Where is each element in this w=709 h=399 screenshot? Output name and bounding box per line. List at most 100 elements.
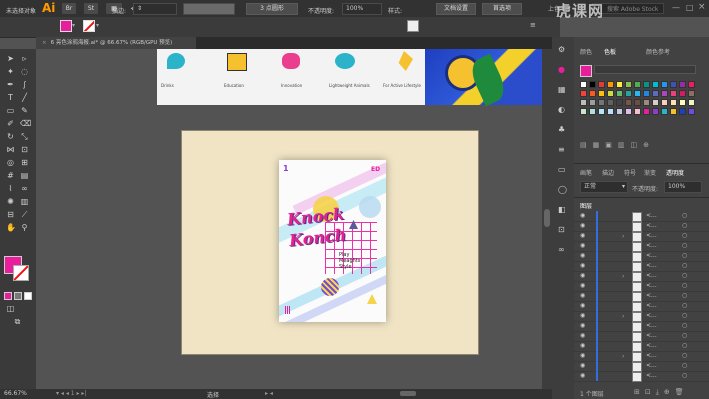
visibility-eye-icon[interactable]: ◉ <box>580 252 585 259</box>
color-swatch[interactable] <box>634 99 641 106</box>
stroke-dropdown-icon[interactable]: ▾ <box>96 22 99 29</box>
tab-swatches[interactable]: 色板 <box>604 47 616 56</box>
shaper-tool-icon[interactable]: ✐ <box>6 119 15 128</box>
color-swatch[interactable] <box>652 99 659 106</box>
target-circle-icon[interactable]: ○ <box>682 252 687 259</box>
links-icon[interactable]: ∞ <box>558 245 565 254</box>
swatch-search-field[interactable] <box>594 65 696 74</box>
color-swatch[interactable] <box>598 108 605 115</box>
pen-tool-icon[interactable]: ✒ <box>6 80 15 89</box>
color-swatch[interactable] <box>625 81 632 88</box>
target-circle-icon[interactable]: ○ <box>682 212 687 219</box>
disclosure-icon[interactable]: › <box>622 273 624 280</box>
visibility-eye-icon[interactable]: ◉ <box>580 372 585 379</box>
selection-tool-icon[interactable]: ➤ <box>6 54 15 63</box>
color-swatch[interactable] <box>643 90 650 97</box>
target-circle-icon[interactable]: ○ <box>682 292 687 299</box>
horizontal-scrollbar-thumb[interactable] <box>400 391 416 396</box>
transparency-opacity-field[interactable]: 100% <box>664 181 702 193</box>
visibility-eye-icon[interactable]: ◉ <box>580 262 585 269</box>
color-swatch[interactable] <box>670 108 677 115</box>
direct-selection-tool-icon[interactable]: ▹ <box>20 54 29 63</box>
layer-name[interactable]: <... <box>646 252 657 259</box>
gradient-icon[interactable]: ▭ <box>558 165 566 174</box>
target-circle-icon[interactable]: ○ <box>682 232 687 239</box>
slice-tool-icon[interactable]: ⟋ <box>20 210 29 219</box>
maximize-icon[interactable]: □ <box>686 3 694 12</box>
color-swatch[interactable] <box>688 81 695 88</box>
color-swatch[interactable] <box>625 90 632 97</box>
color-swatch[interactable] <box>607 90 614 97</box>
color-swatch[interactable] <box>670 90 677 97</box>
color-swatch[interactable] <box>661 108 668 115</box>
color-swatch[interactable] <box>679 90 686 97</box>
disclosure-icon[interactable]: › <box>622 353 624 360</box>
canvas-vertical-scrollbar[interactable] <box>542 49 552 389</box>
color-swatch[interactable] <box>598 90 605 97</box>
shape-builder-tool-icon[interactable]: ◎ <box>6 158 15 167</box>
tab-gradient[interactable]: 渐变 <box>644 168 656 177</box>
color-swatch[interactable] <box>580 81 587 88</box>
zoom-tool-icon[interactable]: ⚲ <box>20 223 29 232</box>
color-swatch[interactable] <box>616 108 623 115</box>
scrollbar-thumb[interactable] <box>544 209 550 227</box>
layer-name[interactable]: <... <box>646 222 657 229</box>
color-guide-icon[interactable]: ◐ <box>558 105 565 114</box>
none-mode-icon[interactable] <box>24 292 32 300</box>
color-swatch[interactable] <box>589 108 596 115</box>
eyedropper-tool-icon[interactable]: ⌇ <box>6 184 15 193</box>
color-swatch[interactable] <box>589 90 596 97</box>
color-swatch[interactable] <box>625 108 632 115</box>
scale-tool-icon[interactable]: ⤡ <box>20 132 29 141</box>
color-swatch[interactable] <box>580 90 587 97</box>
gradient-tool-icon[interactable]: ▤ <box>20 171 29 180</box>
free-transform-tool-icon[interactable]: ⊡ <box>20 145 29 154</box>
artboards-icon[interactable]: ⊡ <box>558 225 565 234</box>
gradient-mode-icon[interactable] <box>14 292 22 300</box>
target-circle-icon[interactable]: ○ <box>682 322 687 329</box>
eraser-tool-icon[interactable]: ⌫ <box>20 119 31 128</box>
layers-icon[interactable]: ◧ <box>558 205 566 214</box>
color-swatch[interactable] <box>661 99 668 106</box>
color-swatch[interactable] <box>643 99 650 106</box>
line-tool-icon[interactable]: ╱ <box>20 93 29 102</box>
color-swatch[interactable] <box>634 108 641 115</box>
opacity-field[interactable]: 100% <box>342 3 382 15</box>
layer-actions-icon[interactable]: ⊞⊡⤓⊕🗑 <box>634 388 689 397</box>
stroke-icon[interactable]: ≡ <box>558 145 565 154</box>
tab-document[interactable]: × 6 亮色涂鸦海报.ai* @ 66.67% (RGB/GPU 预览) <box>36 37 196 49</box>
visibility-eye-icon[interactable]: ◉ <box>580 282 585 289</box>
preferences-button[interactable]: 首选项 <box>482 3 522 15</box>
layer-name[interactable]: <... <box>646 342 657 349</box>
visibility-eye-icon[interactable]: ◉ <box>580 222 585 229</box>
color-swatch[interactable] <box>679 108 686 115</box>
layer-name[interactable]: <... <box>646 362 657 369</box>
color-swatch[interactable] <box>670 99 677 106</box>
target-circle-icon[interactable]: ○ <box>682 312 687 319</box>
color-mode-icon[interactable] <box>4 292 12 300</box>
color-swatch[interactable] <box>589 99 596 106</box>
hand-tool-icon[interactable]: ✋ <box>6 223 16 232</box>
tab-brushes[interactable]: 画笔 <box>580 168 592 177</box>
layer-name[interactable]: <... <box>646 312 657 319</box>
symbols-icon[interactable]: ♣ <box>558 125 565 134</box>
column-graph-tool-icon[interactable]: ▥ <box>20 197 29 206</box>
screen-mode-icon[interactable]: ⧉ <box>13 317 22 326</box>
target-circle-icon[interactable]: ○ <box>682 242 687 249</box>
layers-list[interactable]: ◉ <... ○ ◉ <... ○ ◉ › <... ○ ◉ <... ○ ◉ <... ○ ◉ <... ○ ◉ › <… <box>574 211 709 387</box>
type-tool-icon[interactable]: T <box>6 93 15 102</box>
layer-name[interactable]: <... <box>646 372 657 379</box>
color-swatch[interactable] <box>688 90 695 97</box>
tab-stroke[interactable]: 描边 <box>602 168 614 177</box>
color-swatch[interactable] <box>607 108 614 115</box>
color-swatch[interactable] <box>607 81 614 88</box>
color-swatch[interactable] <box>652 108 659 115</box>
poster-artwork[interactable]: 1 ED Knock Konch Play Meaghts Style <box>279 160 386 322</box>
visibility-eye-icon[interactable]: ◉ <box>580 332 585 339</box>
layer-name[interactable]: <... <box>646 352 657 359</box>
stroke-swatch[interactable] <box>83 20 95 32</box>
stroke-color-box[interactable] <box>13 265 29 281</box>
target-circle-icon[interactable]: ○ <box>682 272 687 279</box>
transparency-icon[interactable]: ◯ <box>558 185 567 194</box>
visibility-eye-icon[interactable]: ◉ <box>580 312 585 319</box>
